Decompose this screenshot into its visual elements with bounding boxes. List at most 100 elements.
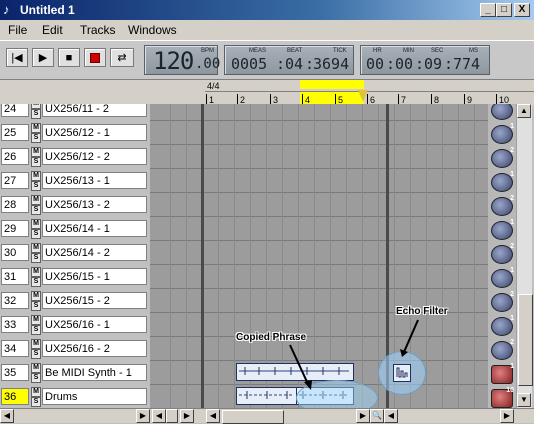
speaker-output-icon[interactable]: 1 bbox=[491, 363, 514, 384]
solo-button[interactable]: S bbox=[31, 181, 41, 191]
mute-button[interactable]: M bbox=[31, 243, 41, 253]
loop-button[interactable]: ⇄ bbox=[110, 48, 134, 67]
vertical-scroll-thumb[interactable] bbox=[518, 294, 533, 386]
track-row[interactable]: 34 M S UX256/16 - 2 bbox=[0, 337, 150, 361]
solo-button[interactable]: S bbox=[31, 253, 41, 263]
track-row[interactable]: 28 M S UX256/13 - 2 bbox=[0, 193, 150, 217]
stop-button[interactable]: ■ bbox=[58, 48, 80, 67]
track-name[interactable]: UX256/16 - 2 bbox=[42, 340, 147, 357]
tracklist-scroll-right-icon[interactable]: ▶ bbox=[136, 409, 150, 423]
track-row[interactable]: 30 M S UX256/14 - 2 bbox=[0, 241, 150, 265]
solo-button[interactable]: S bbox=[31, 109, 41, 119]
track-name[interactable]: UX256/13 - 2 bbox=[42, 196, 147, 213]
track-row[interactable]: 25 M S UX256/12 - 1 bbox=[0, 121, 150, 145]
midi-port-icon[interactable]: 2 bbox=[491, 243, 514, 264]
track-name[interactable]: UX256/16 - 1 bbox=[42, 316, 147, 333]
zoom-scroll-right-icon[interactable]: ▶ bbox=[180, 409, 194, 423]
solo-button[interactable]: S bbox=[31, 301, 41, 311]
track-row[interactable]: 24MSUX256/11 - 2 bbox=[0, 104, 150, 121]
grid-scroll-thumb[interactable] bbox=[222, 410, 284, 424]
track-row[interactable]: 31 M S UX256/15 - 1 bbox=[0, 265, 150, 289]
tempo-display[interactable]: 120 .00 BPM bbox=[144, 45, 220, 75]
record-button[interactable] bbox=[84, 48, 106, 67]
play-button[interactable]: ▶ bbox=[32, 48, 54, 67]
solo-button[interactable]: S bbox=[31, 229, 41, 239]
minimize-button[interactable]: _ bbox=[480, 3, 496, 17]
right-scroll-left-icon[interactable]: ◀ bbox=[384, 409, 398, 423]
timeline-ruler[interactable]: 4/4 1 2 3 4 5 6 7 8 9 10 bbox=[0, 80, 534, 106]
track-row[interactable]: 36 M S Drums bbox=[0, 385, 150, 408]
annotation-arrows bbox=[289, 319, 419, 390]
mute-button[interactable]: M bbox=[31, 195, 41, 205]
solo-button[interactable]: S bbox=[31, 205, 41, 215]
midi-port-icon[interactable]: 2 bbox=[491, 291, 514, 312]
solo-button[interactable]: S bbox=[31, 325, 41, 335]
track-row[interactable]: 35 M S Be MIDI Synth - 1 bbox=[0, 361, 150, 385]
midi-port-icon[interactable]: 2 bbox=[491, 104, 514, 120]
maximize-button[interactable]: □ bbox=[496, 3, 512, 17]
menu-file[interactable]: File bbox=[8, 23, 27, 37]
mute-button[interactable]: M bbox=[31, 363, 41, 373]
menu-edit[interactable]: Edit bbox=[42, 23, 63, 37]
track-name[interactable]: Be MIDI Synth - 1 bbox=[42, 364, 147, 381]
output-channel: 2 bbox=[510, 195, 514, 202]
track-name[interactable]: UX256/14 - 1 bbox=[42, 220, 147, 237]
close-button[interactable]: X bbox=[514, 3, 530, 17]
mute-button[interactable]: M bbox=[31, 291, 41, 301]
midi-port-icon[interactable]: 2 bbox=[491, 339, 514, 360]
track-row[interactable]: 27 M S UX256/13 - 1 bbox=[0, 169, 150, 193]
track-row[interactable]: 29 M S UX256/14 - 1 bbox=[0, 217, 150, 241]
time-display[interactable]: HR MIN SEC MS 00 : 00 : 09 : 774 bbox=[360, 45, 490, 75]
track-name[interactable]: UX256/15 - 2 bbox=[42, 292, 147, 309]
midi-port-icon[interactable]: 1 bbox=[491, 123, 514, 144]
track-name[interactable]: UX256/13 - 1 bbox=[42, 172, 147, 189]
rewind-to-start-button[interactable]: |◀ bbox=[6, 48, 28, 67]
track-name[interactable]: Drums bbox=[42, 388, 147, 405]
zoom-thumb[interactable] bbox=[166, 409, 178, 423]
mute-button[interactable]: M bbox=[31, 267, 41, 277]
mute-button[interactable]: M bbox=[31, 171, 41, 181]
mute-button[interactable]: M bbox=[31, 147, 41, 157]
position-display[interactable]: MEAS BEAT TICK 0005 : 04 : 3694 bbox=[224, 45, 354, 75]
track-row[interactable]: 33 M S UX256/16 - 1 bbox=[0, 313, 150, 337]
mute-button[interactable]: M bbox=[31, 219, 41, 229]
midi-port-icon[interactable]: 1 bbox=[491, 171, 514, 192]
menu-windows[interactable]: Windows bbox=[128, 23, 177, 37]
solo-button[interactable]: S bbox=[31, 397, 41, 407]
menu-tracks[interactable]: Tracks bbox=[80, 23, 116, 37]
mute-button[interactable]: M bbox=[31, 315, 41, 325]
track-name[interactable]: UX256/15 - 1 bbox=[42, 268, 147, 285]
scroll-up-icon[interactable]: ▲ bbox=[517, 104, 531, 118]
zoom-magnifier-icon[interactable]: 🔍 bbox=[370, 409, 384, 423]
track-row[interactable]: 26 M S UX256/12 - 2 bbox=[0, 145, 150, 169]
solo-button[interactable]: S bbox=[31, 157, 41, 167]
solo-button[interactable]: S bbox=[31, 349, 41, 359]
track-name[interactable]: UX256/12 - 2 bbox=[42, 148, 147, 165]
track-name[interactable]: UX256/11 - 2 bbox=[42, 104, 147, 117]
grid-scroll-left-icon[interactable]: ◀ bbox=[206, 409, 220, 423]
grid-scroll-right-icon[interactable]: ▶ bbox=[356, 409, 370, 423]
solo-button[interactable]: S bbox=[31, 277, 41, 287]
midi-port-icon[interactable]: 2 bbox=[491, 147, 514, 168]
midi-port-icon[interactable]: 1 bbox=[491, 219, 514, 240]
track-name[interactable]: UX256/14 - 2 bbox=[42, 244, 147, 261]
right-scroll-right-icon[interactable]: ▶ bbox=[500, 409, 514, 423]
mute-button[interactable]: M bbox=[31, 123, 41, 133]
mute-button[interactable]: M bbox=[31, 387, 41, 397]
track-row[interactable]: 32 M S UX256/15 - 2 bbox=[0, 289, 150, 313]
zoom-scroll-left-icon[interactable]: ◀ bbox=[152, 409, 166, 423]
midi-port-icon[interactable]: 1 bbox=[491, 315, 514, 336]
track-name[interactable]: UX256/12 - 1 bbox=[42, 124, 147, 141]
midi-port-icon[interactable]: 2 bbox=[491, 195, 514, 216]
tracklist-scroll-left-icon[interactable]: ◀ bbox=[0, 409, 14, 423]
mute-button[interactable]: M bbox=[31, 339, 41, 349]
vertical-scrollbar[interactable]: ▲ ▼ bbox=[516, 104, 533, 408]
arrange-grid[interactable]: Copied Phrase Echo Filter bbox=[150, 104, 488, 408]
solo-button[interactable]: S bbox=[31, 373, 41, 383]
solo-button[interactable]: S bbox=[31, 133, 41, 143]
midi-port-icon[interactable]: 1 bbox=[491, 267, 514, 288]
scroll-down-icon[interactable]: ▼ bbox=[517, 393, 531, 407]
speaker-output-icon[interactable]: 10 bbox=[491, 387, 514, 408]
horizontal-scrollbar[interactable]: ◀ ▶ ◀ ▶ ◀ ▶ 🔍 ◀ ▶ bbox=[0, 408, 534, 424]
loop-range-marker[interactable] bbox=[300, 80, 364, 89]
